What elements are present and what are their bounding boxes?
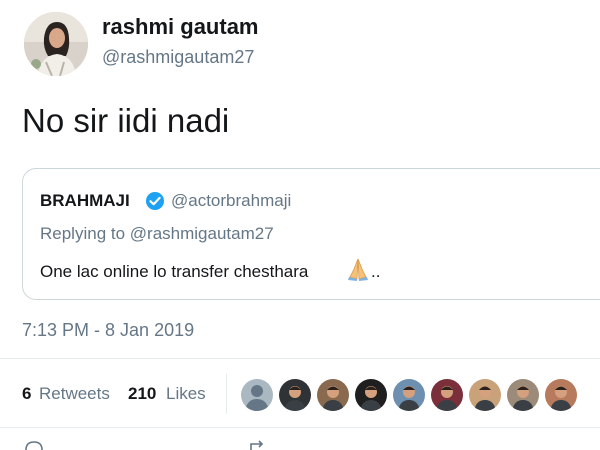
user-photo-icon bbox=[431, 379, 463, 411]
author-handle[interactable]: @rashmigautam27 bbox=[102, 47, 254, 68]
user-photo-icon bbox=[279, 379, 311, 411]
quoted-tweet-card[interactable]: BRAHMAJI @actorbrahmaji Replying to @ras… bbox=[22, 168, 600, 300]
liker-avatar[interactable] bbox=[430, 378, 464, 412]
quoted-text-suffix: .. bbox=[371, 262, 381, 281]
author-avatar[interactable] bbox=[24, 12, 88, 76]
divider bbox=[0, 358, 600, 359]
liker-avatar[interactable] bbox=[354, 378, 388, 412]
user-photo-icon bbox=[507, 379, 539, 411]
likes-label[interactable]: Likes bbox=[166, 384, 206, 404]
tweet-text: No sir iidi nadi bbox=[22, 102, 230, 139]
replying-to-text: Replying to @rashmigautam27 bbox=[40, 224, 274, 243]
liker-avatar[interactable] bbox=[316, 378, 350, 412]
default-avatar-icon bbox=[241, 379, 273, 411]
tweet-timestamp[interactable]: 7:13 PM - 8 Jan 2019 bbox=[22, 320, 194, 341]
retweet-icon[interactable] bbox=[248, 440, 268, 450]
stats-separator bbox=[226, 374, 227, 414]
profile-photo-icon bbox=[24, 12, 88, 76]
divider bbox=[0, 427, 600, 428]
liker-avatar[interactable] bbox=[468, 378, 502, 412]
likes-count[interactable]: 210 bbox=[128, 384, 156, 404]
retweets-count[interactable]: 6 bbox=[22, 384, 31, 404]
verified-badge-icon bbox=[146, 192, 164, 210]
liker-avatar[interactable] bbox=[278, 378, 312, 412]
liker-avatar[interactable] bbox=[240, 378, 274, 412]
user-photo-icon bbox=[393, 379, 425, 411]
quoted-tweet-text: One lac online lo transfer chesthara bbox=[40, 262, 309, 281]
liker-avatar[interactable] bbox=[506, 378, 540, 412]
user-photo-icon bbox=[317, 379, 349, 411]
user-photo-icon bbox=[545, 379, 577, 411]
reply-icon[interactable] bbox=[24, 440, 44, 450]
quoted-author-name: BRAHMAJI bbox=[40, 191, 130, 210]
user-photo-icon bbox=[469, 379, 501, 411]
liker-avatar[interactable] bbox=[544, 378, 578, 412]
author-name[interactable]: rashmi gautam bbox=[102, 14, 259, 40]
folded-hands-icon bbox=[348, 258, 368, 281]
user-photo-icon bbox=[355, 379, 387, 411]
quoted-author-handle: @actorbrahmaji bbox=[171, 191, 292, 210]
liker-avatar[interactable] bbox=[392, 378, 426, 412]
retweets-label[interactable]: Retweets bbox=[39, 384, 110, 404]
